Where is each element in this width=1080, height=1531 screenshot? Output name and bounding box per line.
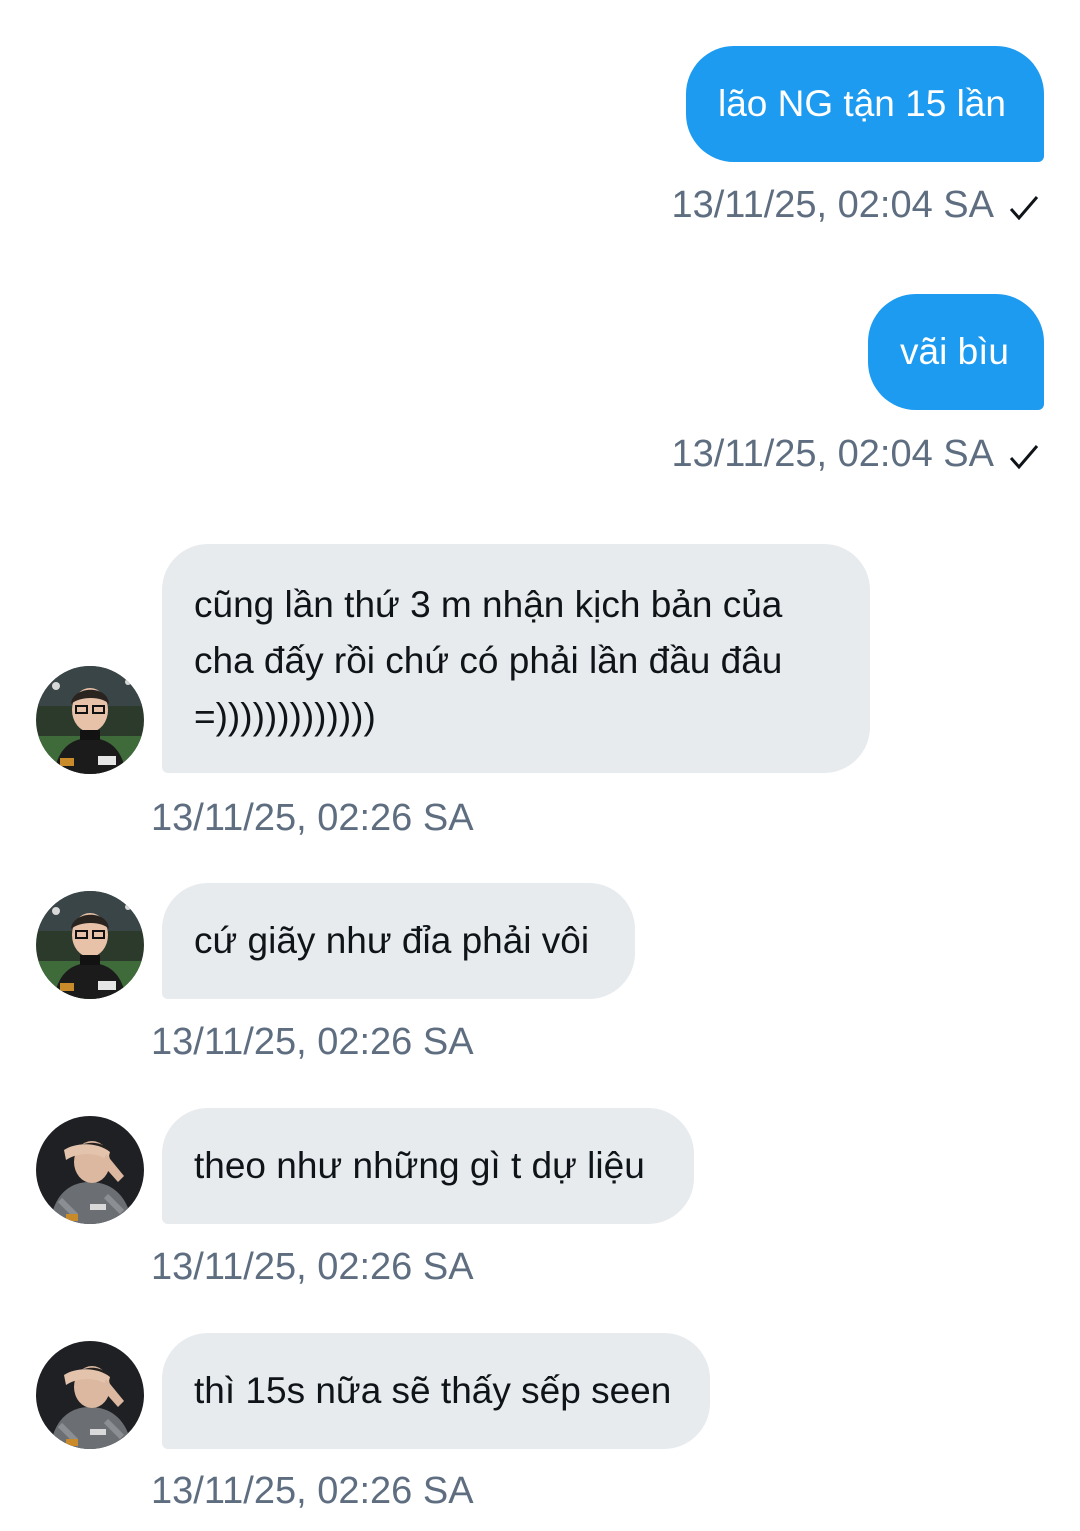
- message-text: thì 15s nữa sẽ thấy sếp seen: [194, 1370, 672, 1411]
- message-text: lão NG tận 15 lần: [718, 83, 1006, 124]
- message-meta: 13/11/25, 02:26 SA: [151, 795, 474, 841]
- message-meta: 13/11/25, 02:26 SA: [151, 1468, 474, 1514]
- check-icon: [1008, 437, 1040, 483]
- message-meta: 13/11/25, 02:26 SA: [151, 1019, 474, 1065]
- avatar-hand-image: [36, 1116, 144, 1224]
- avatar-glasses-image: [36, 666, 144, 774]
- avatar[interactable]: [36, 666, 144, 774]
- message-meta: 13/11/25, 02:04 SA: [671, 431, 1040, 483]
- avatar[interactable]: [36, 1341, 144, 1449]
- message-timestamp: 13/11/25, 02:04 SA: [671, 184, 994, 226]
- message-timestamp: 13/11/25, 02:26 SA: [151, 797, 474, 839]
- message-text: theo như những gì t dự liệu: [194, 1145, 645, 1186]
- message-text: cứ giãy như đỉa phải vôi: [194, 920, 590, 961]
- message-text: vãi bìu: [900, 331, 1010, 372]
- avatar[interactable]: [36, 891, 144, 999]
- avatar[interactable]: [36, 1116, 144, 1224]
- outgoing-message-bubble[interactable]: vãi bìu: [868, 294, 1044, 410]
- incoming-message-bubble[interactable]: thì 15s nữa sẽ thấy sếp seen: [162, 1333, 710, 1449]
- incoming-message-bubble[interactable]: cứ giãy như đỉa phải vôi: [162, 883, 635, 999]
- avatar-glasses-image: [36, 891, 144, 999]
- message-timestamp: 13/11/25, 02:26 SA: [151, 1021, 474, 1063]
- message-timestamp: 13/11/25, 02:26 SA: [151, 1470, 474, 1512]
- message-meta: 13/11/25, 02:26 SA: [151, 1244, 474, 1290]
- incoming-message-bubble[interactable]: cũng lần thứ 3 m nhận kịch bản của cha đ…: [162, 544, 870, 773]
- message-timestamp: 13/11/25, 02:04 SA: [671, 433, 994, 475]
- incoming-message-bubble[interactable]: theo như những gì t dự liệu: [162, 1108, 694, 1224]
- outgoing-message-bubble[interactable]: lão NG tận 15 lần: [686, 46, 1044, 162]
- avatar-hand-image: [36, 1341, 144, 1449]
- check-icon: [1008, 188, 1040, 234]
- conversation-thread: lão NG tận 15 lần 13/11/25, 02:04 SA vãi…: [0, 0, 1080, 1531]
- message-text: cũng lần thứ 3 m nhận kịch bản của cha đ…: [194, 584, 783, 737]
- message-meta: 13/11/25, 02:04 SA: [671, 182, 1040, 234]
- message-timestamp: 13/11/25, 02:26 SA: [151, 1246, 474, 1288]
